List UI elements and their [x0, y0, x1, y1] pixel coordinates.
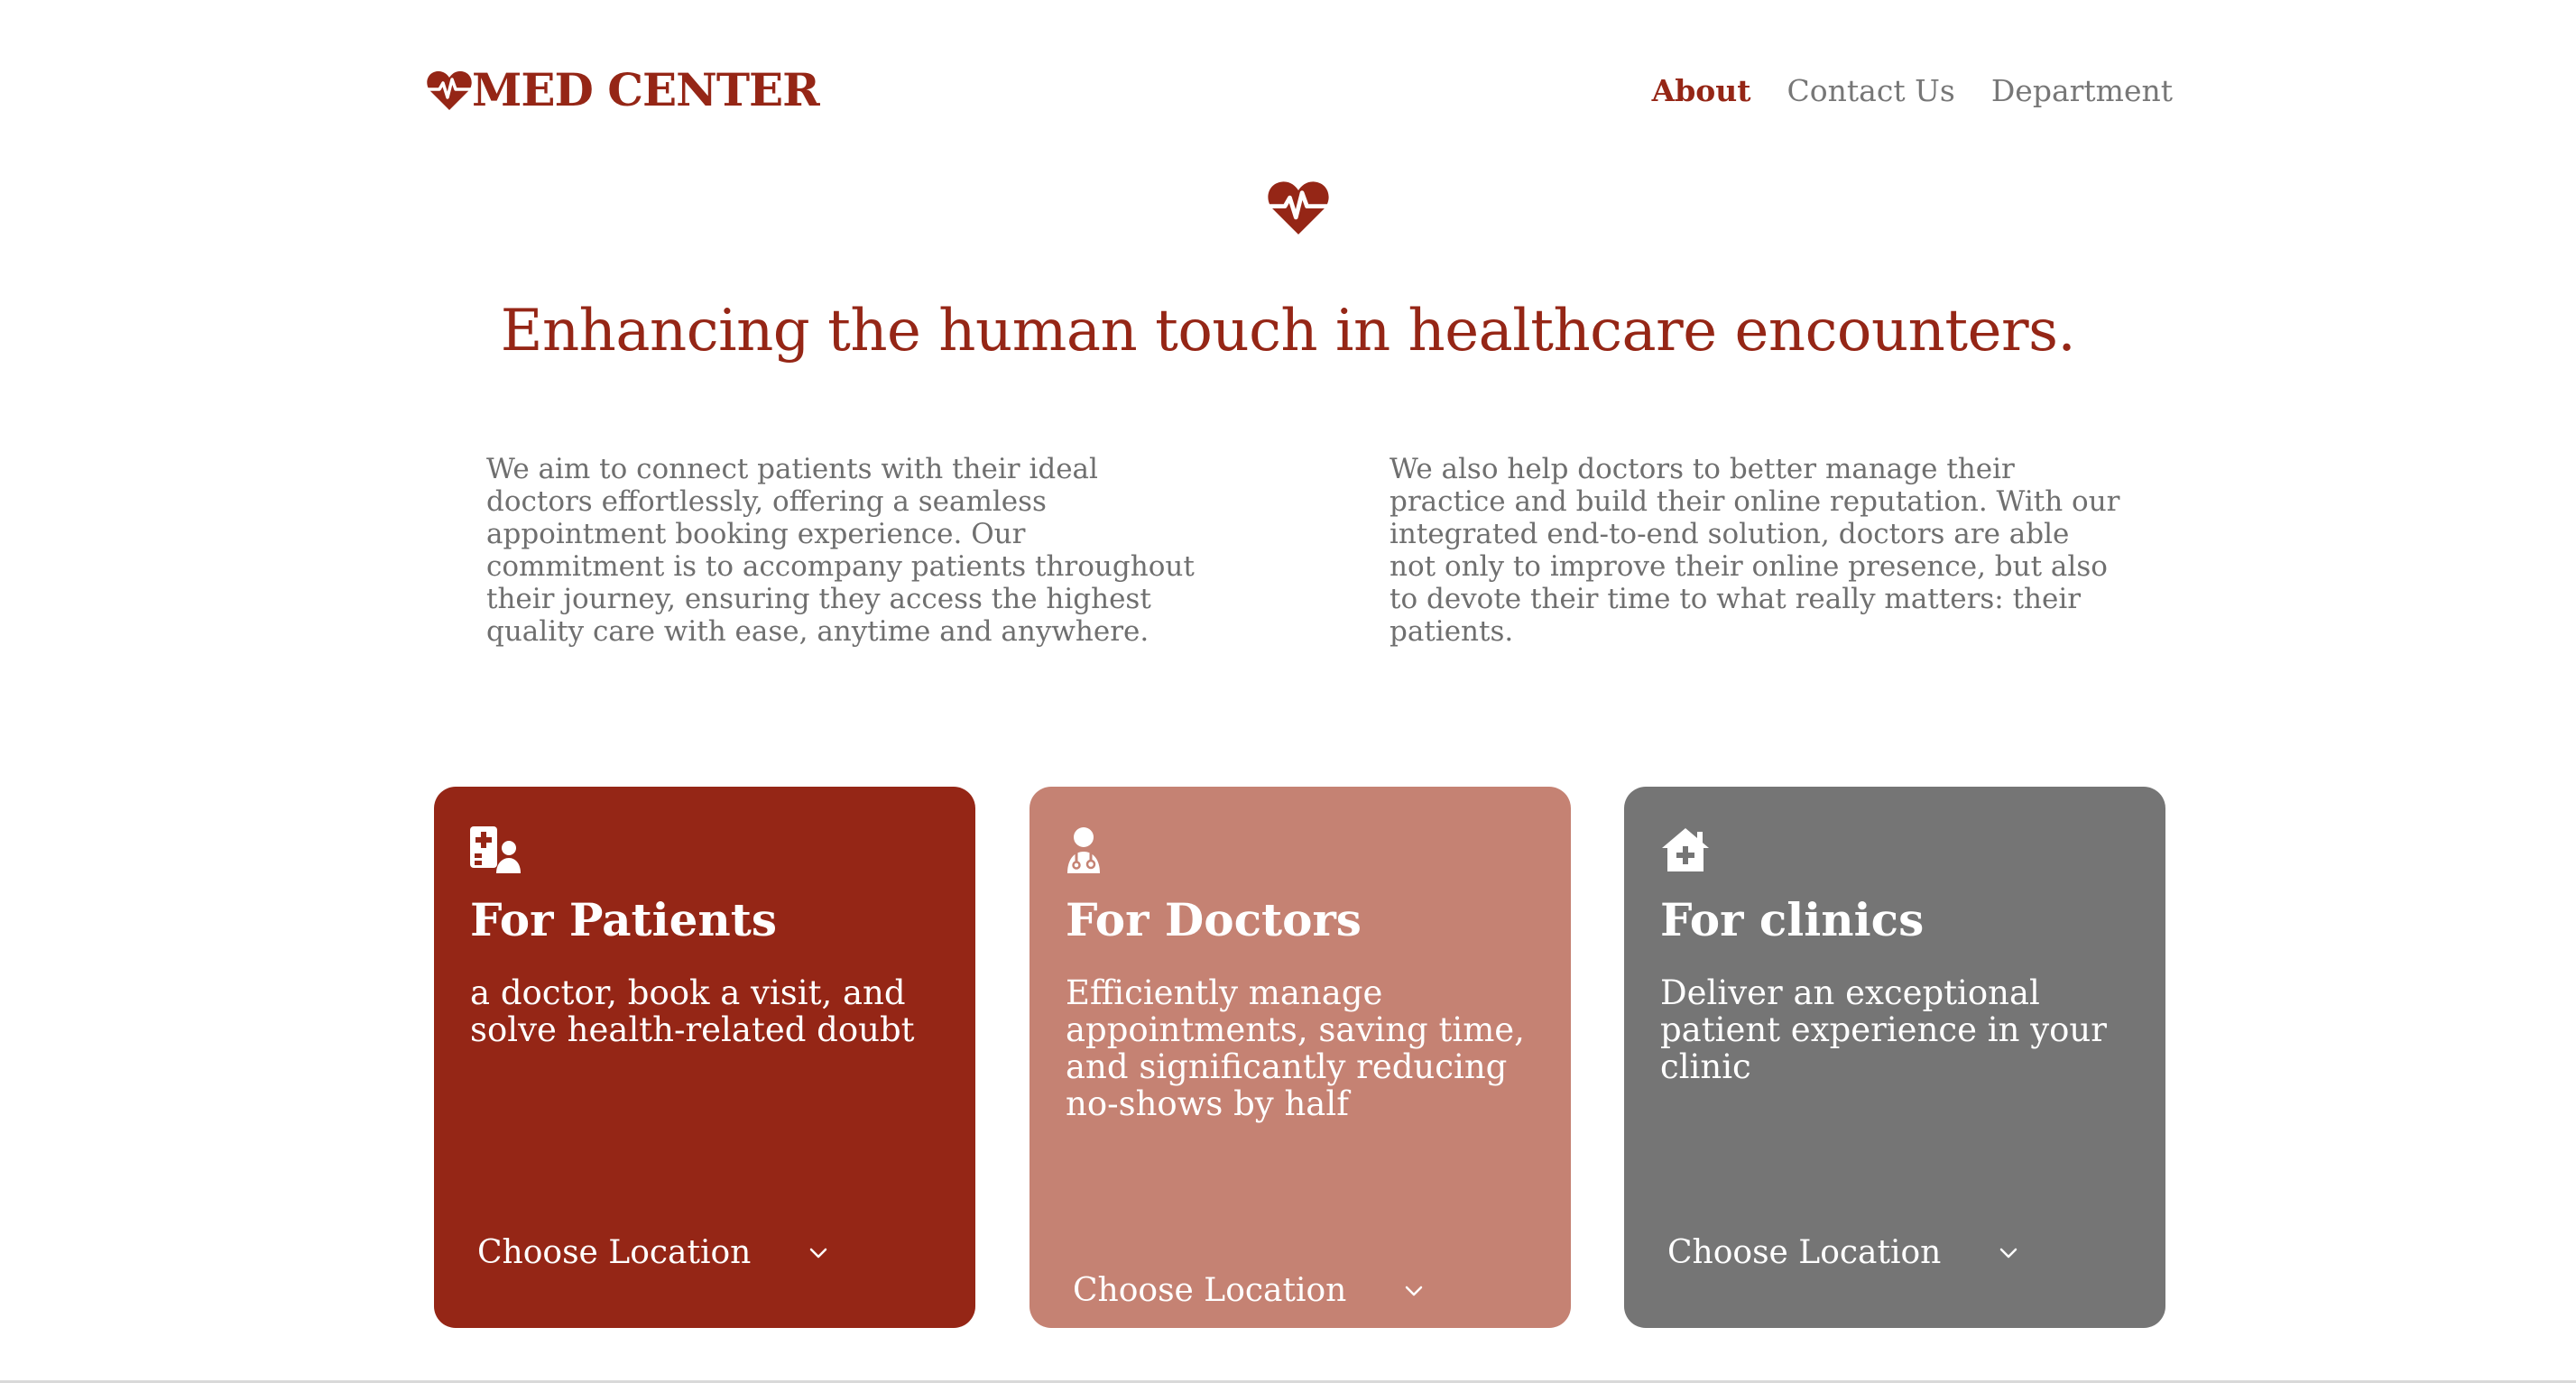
- choose-location-dropdown[interactable]: Choose Location: [477, 1234, 828, 1271]
- nav-contact-us[interactable]: Contact Us: [1787, 73, 1955, 108]
- choose-location-dropdown[interactable]: Choose Location: [1073, 1272, 1424, 1309]
- chevron-down-icon: [810, 1248, 827, 1258]
- choose-location-label: Choose Location: [477, 1234, 752, 1271]
- main-nav: About Contact Us Department: [1652, 73, 2173, 108]
- heart-pulse-icon: [1268, 181, 1329, 235]
- card-title: For Doctors: [1066, 893, 1362, 946]
- user-doctor-icon: [1067, 827, 1100, 873]
- chevron-down-icon: [2000, 1248, 2017, 1258]
- card-description: Deliver an exceptional patient experienc…: [1660, 973, 2107, 1086]
- nav-department[interactable]: Department: [1991, 73, 2173, 108]
- heart-pulse-icon: [427, 70, 472, 110]
- page: MED CENTER About Contact Us Department E…: [0, 0, 2576, 1383]
- card-title: For clinics: [1660, 893, 1925, 946]
- intro-patients-text: We aim to connect patients with their id…: [486, 453, 1195, 648]
- card-description: Efficiently manage appointments, saving …: [1066, 973, 1525, 1123]
- choose-location-label: Choose Location: [1073, 1272, 1347, 1309]
- intro-doctors-text: We also help doctors to better manage th…: [1390, 453, 2120, 648]
- choose-location-label: Choose Location: [1667, 1234, 1942, 1271]
- site-header: MED CENTER About Contact Us Department: [427, 54, 2173, 126]
- choose-location-dropdown[interactable]: Choose Location: [1667, 1234, 2018, 1271]
- hospital-user-icon: [470, 826, 521, 873]
- logo-text: MED CENTER: [472, 63, 820, 116]
- card-title: For Patients: [470, 893, 778, 946]
- card-doctors[interactable]: For Doctors Efficiently manage appointme…: [1029, 787, 1571, 1328]
- hero-title: Enhancing the human touch in healthcare …: [500, 298, 2076, 364]
- house-medical-icon: [1662, 828, 1709, 871]
- card-clinics[interactable]: For clinics Deliver an exceptional patie…: [1624, 787, 2165, 1328]
- card-description: a doctor, book a visit, and solve health…: [470, 973, 915, 1049]
- nav-about[interactable]: About: [1652, 73, 1751, 108]
- logo[interactable]: MED CENTER: [427, 63, 820, 116]
- chevron-down-icon: [1406, 1286, 1423, 1295]
- card-patients[interactable]: For Patients a doctor, book a visit, and…: [434, 787, 975, 1328]
